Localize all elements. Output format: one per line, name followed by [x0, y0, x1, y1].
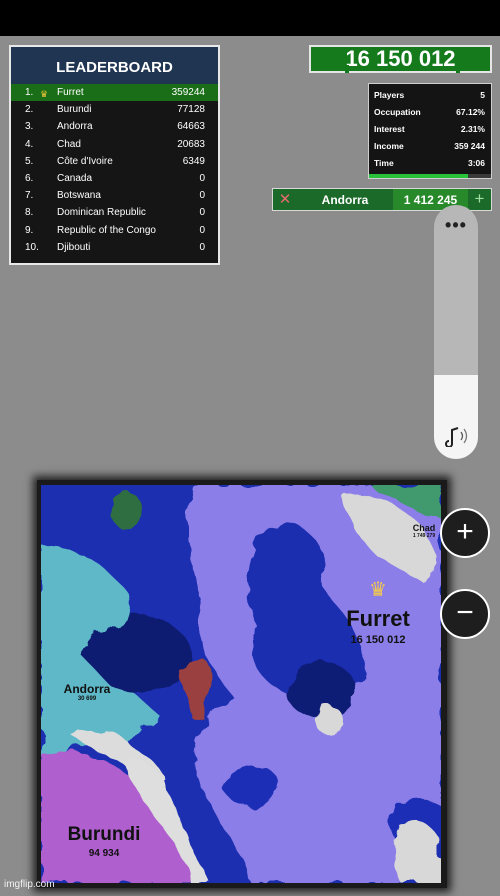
leaderboard-row: 5. Côte d'Ivoire 6349: [11, 153, 218, 170]
leaderboard-row: 8. Dominican Republic 0: [11, 204, 218, 221]
leaderboard-rank: 7.: [25, 190, 34, 202]
leaderboard-name: Canada: [57, 172, 93, 184]
leaderboard-name: Chad: [57, 138, 81, 150]
leaderboard-rank: 3.: [25, 121, 34, 133]
leaderboard-name: Furret: [57, 87, 84, 98]
leaderboard-rank: 9.: [25, 224, 34, 236]
territory-label-andorra: Andorra: [63, 682, 111, 696]
zoom-in-button[interactable]: +: [440, 508, 490, 558]
stat-value: 67.12%: [456, 107, 485, 117]
stat-value: 2.31%: [460, 124, 485, 134]
attack-target-name[interactable]: Andorra: [297, 189, 393, 210]
leaderboard-title: LEADERBOARD: [11, 47, 218, 84]
leaderboard-panel: LEADERBOARD 1. ♛ Furret 359244 2. Burund…: [9, 45, 220, 265]
stat-value: 359 244: [454, 141, 485, 151]
leaderboard-score: 0: [199, 172, 205, 184]
leaderboard-rank: 8.: [25, 207, 34, 219]
leaderboard-row: 10. Djibouti 0: [11, 239, 218, 256]
stat-label: Income: [374, 141, 404, 151]
stats-panel: Players 5 Occupation 67.12% Interest 2.3…: [368, 83, 492, 179]
leaderboard-row: 9. Republic of the Congo 0: [11, 222, 218, 239]
leaderboard-name: Côte d'Ivoire: [57, 155, 113, 167]
leaderboard-row: 6. Canada 0: [11, 170, 218, 187]
leaderboard-score: 77128: [177, 104, 205, 116]
territory-label-furret: Furret: [346, 606, 410, 631]
leaderboard-name: Andorra: [57, 121, 93, 133]
total-troops-display: 16 150 012: [309, 45, 492, 73]
territory-troops-burundi: 94 934: [88, 848, 120, 859]
stat-label: Time: [374, 158, 394, 168]
volume-slider[interactable]: •••: [434, 205, 478, 459]
stat-label: Interest: [374, 124, 405, 134]
increase-attack-button[interactable]: +: [468, 189, 491, 210]
stat-value: 3:06: [467, 158, 485, 168]
stat-label: Players: [374, 90, 405, 100]
leaderboard-row: 4. Chad 20683: [11, 136, 218, 153]
territory-troops-andorra: 30 699: [77, 696, 97, 702]
stat-label: Occupation: [374, 107, 421, 117]
leaderboard-score: 359244: [171, 87, 205, 98]
leaderboard-rank: 4.: [25, 138, 34, 150]
more-options-icon[interactable]: •••: [434, 215, 478, 236]
ocean-lake: [223, 765, 279, 805]
leaderboard-score: 0: [199, 241, 205, 253]
stat-value: 5: [480, 90, 485, 100]
leaderboard-rank: 1.: [25, 87, 34, 98]
crown-icon: ♛: [369, 579, 387, 601]
leaderboard-rank: 6.: [25, 172, 34, 184]
leaderboard-score: 0: [199, 224, 205, 236]
leaderboard-rank: 5.: [25, 155, 34, 167]
leaderboard-name: Republic of the Congo: [57, 224, 156, 236]
stat-time: Time 3:06: [374, 155, 485, 172]
leaderboard-row: 3. Andorra 64663: [11, 118, 218, 135]
leaderboard-name: Botswana: [57, 190, 101, 202]
leaderboard-name: Burundi: [57, 104, 92, 116]
stat-interest: Interest 2.31%: [374, 121, 485, 138]
leaderboard-rank: 10.: [25, 241, 39, 253]
time-progress-bar: [369, 174, 491, 178]
leaderboard-score: 0: [199, 207, 205, 219]
stat-income: Income 359 244: [374, 138, 485, 155]
territory-label-burundi: Burundi: [67, 824, 141, 845]
territory-troops-furret: 16 150 012: [350, 634, 406, 646]
leaderboard-name: Dominican Republic: [57, 207, 146, 219]
leaderboard-score: 64663: [177, 121, 205, 133]
stat-occupation: Occupation 67.12%: [374, 104, 485, 121]
leaderboard-score: 6349: [182, 155, 205, 167]
leaderboard-row: 1. ♛ Furret 359244: [11, 84, 218, 102]
status-bar: [0, 0, 500, 36]
time-progress-fill: [369, 174, 468, 178]
neutral-island: [112, 490, 140, 530]
leaderboard-row: 7. Botswana 0: [11, 187, 218, 204]
leaderboard-score: 20683: [177, 138, 205, 150]
leaderboard-rank: 2.: [25, 104, 34, 116]
stat-players: Players 5: [374, 87, 485, 104]
leaderboard-row: 2. Burundi 77128: [11, 101, 218, 118]
watermark: imgflip.com: [4, 879, 55, 890]
leaderboard-score: 0: [199, 190, 205, 202]
zoom-out-button[interactable]: −: [440, 589, 490, 639]
cancel-attack-button[interactable]: ✕: [273, 189, 297, 210]
leaderboard-name: Djibouti: [57, 241, 91, 253]
map-frame: Chad 1 749 279 ♛ Furret 16 150 012 Andor…: [37, 480, 447, 888]
music-volume-icon[interactable]: [444, 425, 468, 447]
